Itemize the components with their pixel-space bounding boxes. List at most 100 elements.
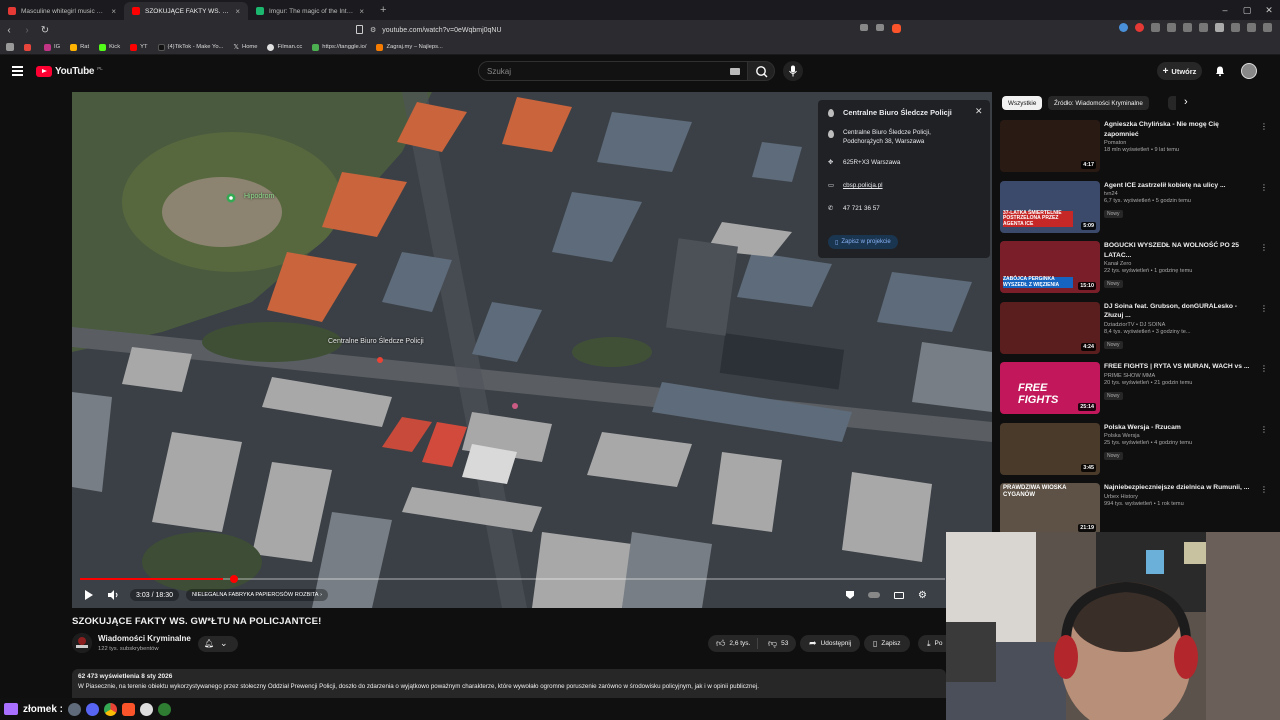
account-avatar[interactable] <box>1241 63 1257 79</box>
download-button[interactable]: ⤓ Po <box>918 635 946 652</box>
back-icon[interactable]: ‹ <box>0 25 18 36</box>
browser-tab-video[interactable]: SZOKUJĄCE FAKTY WS. GW*Ł × <box>124 2 248 20</box>
more-options-icon[interactable]: ⋮ <box>1260 485 1268 494</box>
extension-icon[interactable] <box>1119 23 1128 32</box>
forward-icon[interactable]: › <box>18 25 36 36</box>
recommended-channel[interactable]: tvn24 <box>1104 191 1254 197</box>
vpn-icon[interactable] <box>1247 23 1256 32</box>
recommended-video[interactable]: 3:45 Polska Wersja - Rzucam Polska Wersja 2… <box>1000 421 1272 477</box>
maximize-icon[interactable]: ▢ <box>1236 0 1258 20</box>
music-icon[interactable] <box>1215 23 1224 32</box>
video-thumbnail[interactable]: 4:24 <box>1000 301 1100 354</box>
install-app-icon[interactable] <box>860 24 868 31</box>
play-button[interactable] <box>84 589 94 601</box>
youtube-logo[interactable]: YouTube PL <box>36 66 103 77</box>
bookmark-item-ig[interactable]: IG <box>44 43 60 51</box>
recommended-channel[interactable]: Pomaton <box>1104 140 1254 146</box>
video-thumbnail[interactable]: 4:17 <box>1000 120 1100 172</box>
new-tab-icon[interactable]: + <box>372 4 394 16</box>
record-extension-icon[interactable] <box>1135 23 1144 32</box>
bookmark-item-yt[interactable]: YT <box>130 43 148 51</box>
brave-shield-icon[interactable] <box>892 24 901 33</box>
bookmark-item-filman[interactable]: Filman.cc <box>267 43 302 51</box>
close-card-icon[interactable]: ✕ <box>975 106 983 117</box>
save-button[interactable]: ▯ Zapisz <box>864 635 910 652</box>
bookmark-item-tiktok[interactable]: (4)TikTok - Make Yo... <box>157 43 223 51</box>
reload-icon[interactable]: ↻ <box>36 25 54 36</box>
more-options-icon[interactable]: ⋮ <box>1260 304 1268 313</box>
recommended-video[interactable]: 4:24 DJ Soina feat. Grubson, donGURALesko… <box>1000 300 1272 356</box>
like-button[interactable]: 👍︎ 2,6 tys. <box>708 638 758 649</box>
browser-tab-music[interactable]: Masculine whitegirl music playlis × <box>0 2 124 20</box>
channel-name[interactable]: Wiadomości Kryminalne <box>98 634 191 643</box>
scrubber-handle[interactable] <box>230 575 238 583</box>
bookmark-item[interactable] <box>24 43 34 51</box>
recommended-video[interactable]: 4:17 Agnieszka Chylińska - Nie mogę Cię z… <box>1000 118 1272 174</box>
create-button[interactable]: + Utwórz <box>1157 62 1202 80</box>
chips-next-icon[interactable]: › <box>1184 96 1188 108</box>
more-options-icon[interactable]: ⋮ <box>1260 364 1268 373</box>
recommended-channel[interactable]: Kanał Zero <box>1104 261 1254 267</box>
share-button[interactable]: ➦ Udostępnij <box>800 635 861 652</box>
browser-tab-imgur[interactable]: Imgur: The magic of the Internet × <box>248 2 372 20</box>
chrome-icon[interactable] <box>104 702 118 716</box>
obs-icon[interactable] <box>140 702 154 716</box>
recommended-channel[interactable]: PRIME SHOW MMA <box>1104 373 1254 379</box>
more-options-icon[interactable]: ⋮ <box>1260 243 1268 252</box>
close-tab-icon[interactable]: × <box>359 7 364 16</box>
bookmark-page-icon[interactable] <box>356 25 363 34</box>
chip-all[interactable]: Wszystkie <box>1002 96 1043 110</box>
keyboard-icon[interactable] <box>730 68 740 75</box>
taskbar-app-icon[interactable] <box>158 702 172 716</box>
bookmark-item-zagraj[interactable]: Zagraj.my – Najleps... <box>376 43 443 51</box>
video-thumbnail[interactable]: PRAWDZIWA WIOSKA CYGANÓW 21:19 <box>1000 483 1100 535</box>
recommended-video[interactable]: 37-LATKA ŚMIERTELNIE POSTRZELONA PRZEZ A… <box>1000 179 1272 235</box>
extension-icon[interactable] <box>1167 23 1176 32</box>
subscribed-notifications-button[interactable]: 🔔︎ ⌄ <box>198 636 238 652</box>
sponsor-icon[interactable] <box>846 591 854 599</box>
apps-grid-icon[interactable] <box>6 43 14 51</box>
recommended-title[interactable]: FREE FIGHTS | RYTA VS MURAN, WACH vs ... <box>1104 362 1254 372</box>
share-icon[interactable] <box>876 24 884 31</box>
extension-icon[interactable] <box>1151 23 1160 32</box>
recommended-title[interactable]: Agent ICE zastrzelił kobietę na ulicy ..… <box>1104 181 1254 191</box>
dislike-button[interactable]: 👎︎ 53 <box>762 638 788 649</box>
close-tab-icon[interactable]: × <box>235 7 240 16</box>
recommended-title[interactable]: Polska Wersja - Rzucam <box>1104 423 1254 433</box>
more-options-icon[interactable]: ⋮ <box>1260 122 1268 131</box>
brave-icon[interactable] <box>122 702 136 716</box>
chip-partial[interactable] <box>1168 96 1176 110</box>
video-thumbnail[interactable]: ZABÓJCA PERGINKA WYSZEDŁ Z WIĘZIENIA 15:1… <box>1000 241 1100 293</box>
puzzle-icon[interactable] <box>1183 23 1192 32</box>
video-thumbnail[interactable]: FREE FIGHTS 25:14 <box>1000 362 1100 414</box>
video-thumbnail[interactable]: 37-LATKA ŚMIERTELNIE POSTRZELONA PRZEZ A… <box>1000 180 1100 233</box>
taskbar-app-icon[interactable] <box>68 702 82 716</box>
close-tab-icon[interactable]: × <box>111 7 116 16</box>
hamburger-menu-icon[interactable] <box>12 66 23 78</box>
recommended-video[interactable]: ZABÓJCA PERGINKA WYSZEDŁ Z WIĘZIENIA 15:1… <box>1000 239 1272 295</box>
autoplay-toggle[interactable] <box>868 592 880 598</box>
discord-icon[interactable] <box>86 702 100 716</box>
recommended-channel[interactable]: Urbex History <box>1104 494 1254 500</box>
window-close-icon[interactable]: ✕ <box>1258 0 1280 20</box>
recommended-title[interactable]: BOGUCKI WYSZEDŁ NA WOLNOŚĆ PO 25 LATAC..… <box>1104 241 1254 260</box>
bookmark-item-tanggle[interactable]: https://tanggle.io/ <box>312 43 366 51</box>
bookmark-item-x-home[interactable]: 𝕏 Home <box>233 43 257 51</box>
channel-avatar[interactable] <box>72 633 92 653</box>
minimize-icon[interactable]: – <box>1214 0 1236 20</box>
more-options-icon[interactable]: ⋮ <box>1260 183 1268 192</box>
subtitles-icon[interactable] <box>894 591 904 599</box>
save-in-project-button[interactable]: ▯ Zapisz w projekcie <box>828 235 898 249</box>
notifications-bell-icon[interactable] <box>1214 65 1226 77</box>
recommended-video[interactable]: FREE FIGHTS 25:14 FREE FIGHTS | RYTA VS MU… <box>1000 360 1272 416</box>
search-button[interactable] <box>747 61 775 81</box>
voice-search-button[interactable] <box>783 61 803 81</box>
more-options-icon[interactable]: ⋮ <box>1260 425 1268 434</box>
video-progress-bar[interactable] <box>80 575 945 583</box>
recommended-title[interactable]: Agnieszka Chylińska - Nie mogę Cię zapom… <box>1104 120 1254 139</box>
menu-icon[interactable] <box>1263 23 1272 32</box>
recommended-title[interactable]: DJ Soina feat. Grubson, donGURALesko - Z… <box>1104 302 1254 321</box>
place-website-link[interactable]: cbsp.policja.pl <box>843 182 883 191</box>
chapter-title[interactable]: NIELEGALNA FABRYKA PAPIEROSÓW ROZBITA › <box>186 589 328 601</box>
search-input[interactable]: Szukaj <box>478 61 748 81</box>
